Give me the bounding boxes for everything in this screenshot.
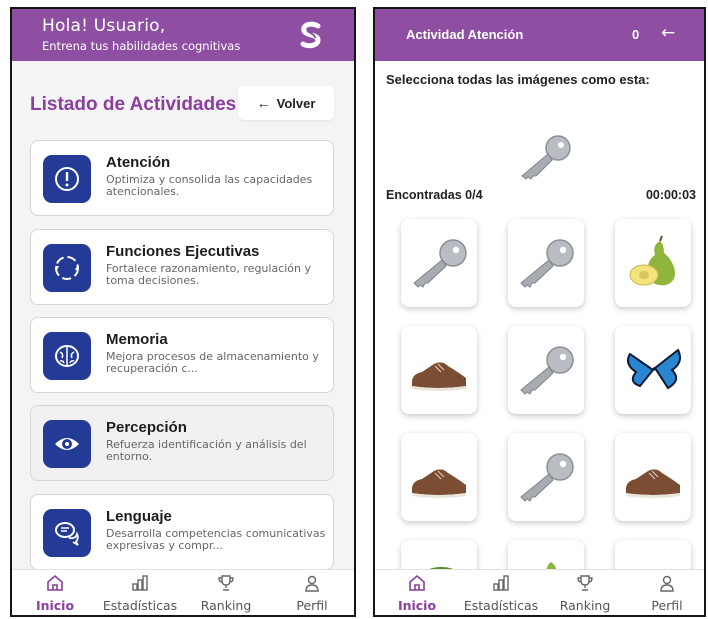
header: Hola! Usuario, Entrena tus habilidades c…: [12, 9, 354, 61]
bar-chart-icon: [132, 575, 148, 591]
activity-card-funciones-ejecutivas[interactable]: Funciones Ejecutivas Fortalece razonamie…: [30, 229, 334, 305]
user-icon: [305, 575, 319, 592]
activity-title: Memoria: [106, 331, 168, 348]
tab-label: Estadísticas: [463, 598, 539, 613]
found-counter: Encontradas 0/4: [386, 188, 483, 202]
grid-tile-butterfly[interactable]: [615, 326, 691, 414]
activity-card-atencion[interactable]: Atención Optimiza y consolida las capaci…: [30, 140, 334, 216]
activity-title: Funciones Ejecutivas: [106, 243, 260, 260]
greeting-subtitle: Entrena tus habilidades cognitivas: [42, 39, 241, 53]
activity-description: Mejora procesos de almacenamiento y recu…: [106, 350, 319, 375]
grid-tile-key[interactable]: [401, 219, 477, 307]
grid-tile-shoe[interactable]: [401, 433, 477, 521]
greeting-title: Hola! Usuario,: [42, 16, 166, 36]
grid-tile-shoe[interactable]: [401, 326, 477, 414]
tab-label: Ranking: [200, 598, 252, 613]
bottom-nav: Inicio Estadísticas Ranking Perfil: [375, 569, 704, 615]
home-icon: [47, 574, 63, 591]
grid-tile-key[interactable]: [508, 219, 584, 307]
activity-description: Refuerza identificación y análisis del e…: [106, 438, 307, 463]
tab-label: Perfil: [296, 598, 328, 613]
grid-tile-pear[interactable]: [615, 219, 691, 307]
bar-chart-icon: [493, 575, 509, 591]
activity-description: Fortalece razonamiento, regulación y tom…: [106, 262, 312, 287]
back-button[interactable]: ← Volver: [238, 86, 334, 120]
arrow-left-icon: ←: [256, 95, 271, 111]
chat-icon: [43, 509, 91, 557]
key-image: [520, 346, 574, 395]
back-arrow-icon[interactable]: ←: [661, 23, 675, 43]
activity-title: Atención: [106, 154, 171, 171]
timer: 00:00:03: [645, 188, 696, 202]
tab-ranking[interactable]: Ranking: [184, 574, 268, 613]
grid-tile-key[interactable]: [508, 326, 584, 414]
shoe-image: [626, 469, 680, 498]
activity-card-lenguaje[interactable]: Lenguaje Desarrolla competencias comunic…: [30, 494, 334, 570]
tab-inicio[interactable]: Inicio: [13, 574, 97, 613]
tab-ranking[interactable]: Ranking: [543, 574, 627, 613]
activity-description: Optimiza y consolida las capacidades ate…: [106, 173, 313, 198]
app-logo-icon: [300, 21, 321, 49]
cycle-icon: [43, 244, 91, 292]
trophy-icon: [577, 575, 593, 591]
activities-screen: Hola! Usuario, Entrena tus habilidades c…: [10, 7, 356, 617]
user-icon: [660, 575, 674, 592]
header: Actividad Atención 0 ←: [375, 9, 704, 61]
target-key-image: [521, 135, 571, 180]
instruction-text: Selecciona todas las imágenes como esta:: [386, 72, 650, 87]
key-image: [520, 239, 574, 288]
tab-perfil[interactable]: Perfil: [625, 574, 704, 613]
pear-image: [629, 235, 675, 286]
tab-estadisticas[interactable]: Estadísticas: [98, 574, 182, 613]
tab-label: Estadísticas: [102, 598, 178, 613]
activity-title: Percepción: [106, 419, 187, 436]
tab-label: Inicio: [397, 598, 437, 613]
eye-icon: [43, 420, 91, 468]
bottom-nav: Inicio Estadísticas Ranking Perfil: [12, 569, 354, 615]
activity-card-memoria[interactable]: Memoria Mejora procesos de almacenamient…: [30, 317, 334, 393]
score-counter: 0: [632, 27, 640, 42]
shoe-image: [412, 362, 466, 391]
key-image: [413, 239, 467, 288]
home-icon: [409, 574, 425, 591]
grid-tile-shoe[interactable]: [615, 433, 691, 521]
key-image: [520, 453, 574, 502]
tab-inicio[interactable]: Inicio: [375, 574, 459, 613]
activity-title: Lenguaje: [106, 508, 172, 525]
tab-perfil[interactable]: Perfil: [270, 574, 354, 613]
back-button-label: Volver: [276, 95, 316, 111]
shoe-image: [412, 469, 466, 498]
tab-label: Ranking: [559, 598, 611, 613]
activity-description: Desarrolla competencias comunicativas ex…: [106, 527, 326, 552]
tab-estadisticas[interactable]: Estadísticas: [459, 574, 543, 613]
page-title: Listado de Actividades: [30, 94, 237, 115]
alert-icon: [43, 155, 91, 203]
butterfly-image: [627, 348, 681, 390]
activity-card-percepcion[interactable]: Percepción Refuerza identificación y aná…: [30, 405, 334, 481]
grid-tile-key[interactable]: [508, 433, 584, 521]
tab-label: Inicio: [35, 598, 75, 613]
activity-header-title: Actividad Atención: [406, 27, 524, 42]
attention-activity-screen: Actividad Atención 0 ← Selecciona todas …: [373, 7, 706, 617]
brain-icon: [43, 332, 91, 380]
tab-label: Perfil: [651, 598, 683, 613]
trophy-icon: [218, 575, 234, 591]
